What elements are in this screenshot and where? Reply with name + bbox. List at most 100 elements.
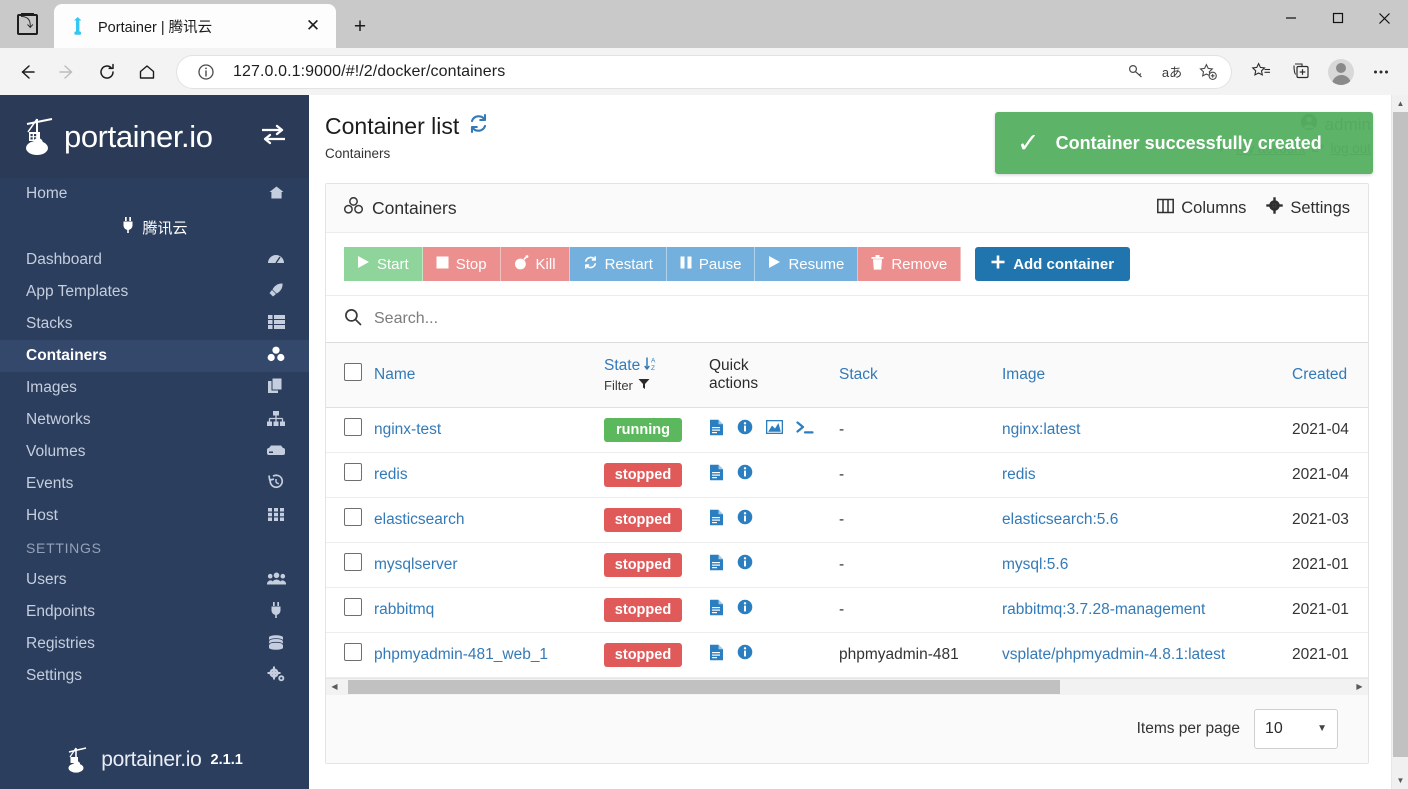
sidebar-item-containers[interactable]: Containers (0, 340, 309, 372)
row-checkbox[interactable] (344, 463, 362, 481)
restart-button[interactable]: Restart (569, 247, 667, 281)
stop-button[interactable]: Stop (422, 247, 501, 281)
inspect-info-icon[interactable] (737, 419, 753, 440)
add-container-button[interactable]: Add container (975, 247, 1131, 281)
forward-arrow-icon[interactable] (48, 55, 86, 89)
settings-button[interactable]: Settings (1266, 197, 1350, 219)
image-link[interactable]: rabbitmq:3.7.28-management (1002, 601, 1205, 618)
container-name-link[interactable]: rabbitmq (374, 601, 434, 618)
row-checkbox[interactable] (344, 553, 362, 571)
address-bar[interactable]: 127.0.0.1:9000/#!/2/docker/containers aあ (176, 54, 1232, 89)
row-checkbox[interactable] (344, 643, 362, 661)
container-name-link[interactable]: redis (374, 466, 408, 483)
inspect-info-icon[interactable] (737, 644, 753, 665)
scroll-right-arrow-icon[interactable]: ▶ (1351, 678, 1368, 695)
table-row[interactable]: elasticsearch stopped - elasticsearch:5.… (326, 497, 1368, 543)
image-link[interactable]: redis (1002, 466, 1036, 483)
column-header-created[interactable]: Created (1292, 343, 1368, 408)
reload-icon[interactable] (88, 55, 126, 89)
translate-icon[interactable]: aあ (1155, 57, 1189, 87)
resume-button[interactable]: Resume (755, 247, 859, 281)
browser-tab[interactable]: Portainer | 腾讯云 ✕ (54, 4, 336, 48)
search-input[interactable] (374, 310, 1350, 328)
inspect-info-icon[interactable] (737, 509, 753, 530)
new-tab-button[interactable]: + (342, 10, 378, 44)
row-checkbox[interactable] (344, 418, 362, 436)
column-header-name[interactable]: Name (374, 343, 604, 408)
vertical-scroll-thumb[interactable] (1393, 112, 1408, 757)
browser-system-menu-button[interactable] (0, 2, 54, 46)
items-per-page-select[interactable]: 10 ▼ (1254, 708, 1338, 749)
table-horizontal-scrollbar[interactable]: ◀ ▶ (326, 677, 1368, 695)
row-checkbox[interactable] (344, 598, 362, 616)
columns-button[interactable]: Columns (1157, 198, 1246, 219)
logs-icon[interactable] (709, 464, 724, 486)
container-name-link[interactable]: mysqlserver (374, 556, 458, 573)
table-row[interactable]: phpmyadmin-481_web_1 stopped phpmyadmin-… (326, 632, 1368, 678)
sidebar-item-stacks[interactable]: Stacks (0, 308, 309, 340)
logs-icon[interactable] (709, 554, 724, 576)
pause-button[interactable]: Pause (666, 247, 756, 281)
maximize-button[interactable] (1314, 0, 1361, 36)
close-icon[interactable]: ✕ (300, 13, 326, 39)
table-row[interactable]: redis stopped - redis 2021-04 (326, 452, 1368, 498)
sidebar-item-networks[interactable]: Networks (0, 404, 309, 436)
kill-button[interactable]: Kill (500, 247, 570, 281)
stats-chart-icon[interactable] (765, 419, 784, 439)
collapse-sidebar-icon[interactable] (260, 124, 287, 150)
logs-icon[interactable] (709, 419, 724, 441)
sidebar-endpoint[interactable]: 腾讯云 (0, 210, 309, 244)
password-key-icon[interactable] (1119, 57, 1153, 87)
sidebar-item-app-templates[interactable]: App Templates (0, 276, 309, 308)
page-scrollbar-vertical[interactable]: ▲ ▼ (1391, 95, 1408, 789)
scroll-left-arrow-icon[interactable]: ◀ (326, 678, 343, 695)
site-info-icon[interactable] (189, 57, 223, 87)
image-link[interactable]: elasticsearch:5.6 (1002, 511, 1118, 528)
close-window-button[interactable] (1361, 0, 1408, 36)
more-settings-icon[interactable] (1362, 55, 1400, 89)
sidebar-item-host[interactable]: Host (0, 500, 309, 532)
inspect-info-icon[interactable] (737, 599, 753, 620)
sidebar-item-users[interactable]: Users (0, 564, 309, 596)
remove-button[interactable]: Remove (858, 247, 962, 281)
horizontal-scroll-thumb[interactable] (348, 679, 1060, 694)
row-checkbox[interactable] (344, 508, 362, 526)
sidebar-item-registries[interactable]: Registries (0, 628, 309, 660)
table-row[interactable]: rabbitmq stopped - rabbitmq:3.7.28-manag… (326, 587, 1368, 633)
favorites-list-icon[interactable] (1242, 55, 1280, 89)
profile-avatar-icon[interactable] (1322, 55, 1360, 89)
sidebar-item-events[interactable]: Events (0, 468, 309, 500)
state-filter-control[interactable]: Filter (604, 378, 709, 393)
scroll-down-arrow-icon[interactable]: ▼ (1392, 772, 1408, 789)
sidebar-item-volumes[interactable]: Volumes (0, 436, 309, 468)
container-name-link[interactable]: elasticsearch (374, 511, 464, 528)
sidebar-item-settings[interactable]: Settings (0, 660, 309, 692)
start-button[interactable]: Start (344, 247, 423, 281)
refresh-icon[interactable] (468, 113, 489, 140)
column-header-stack[interactable]: Stack (839, 343, 1002, 408)
sidebar-item-endpoints[interactable]: Endpoints (0, 596, 309, 628)
image-link[interactable]: mysql:5.6 (1002, 556, 1068, 573)
sidebar-item-dashboard[interactable]: Dashboard (0, 244, 309, 276)
sidebar-item-home[interactable]: Home (0, 178, 309, 210)
table-row[interactable]: mysqlserver stopped - mysql:5.6 2021-01 (326, 542, 1368, 588)
sidebar-brand[interactable]: portainer.io (0, 95, 309, 178)
success-toast[interactable]: ✓ Container successfully created (995, 112, 1373, 174)
back-arrow-icon[interactable] (8, 55, 46, 89)
container-name-link[interactable]: phpmyadmin-481_web_1 (374, 646, 548, 663)
add-collection-icon[interactable] (1282, 55, 1320, 89)
sidebar-item-images[interactable]: Images (0, 372, 309, 404)
image-link[interactable]: nginx:latest (1002, 421, 1080, 438)
minimize-button[interactable] (1267, 0, 1314, 36)
inspect-info-icon[interactable] (737, 464, 753, 485)
column-header-image[interactable]: Image (1002, 343, 1292, 408)
state-sort-control[interactable]: State AZ (604, 356, 709, 376)
logs-icon[interactable] (709, 644, 724, 666)
container-name-link[interactable]: nginx-test (374, 421, 441, 438)
add-favorite-star-icon[interactable] (1191, 57, 1225, 87)
home-icon[interactable] (128, 55, 166, 89)
table-row[interactable]: nginx-test running - nginx:latest 2021-0… (326, 407, 1368, 453)
image-link[interactable]: vsplate/phpmyadmin-4.8.1:latest (1002, 646, 1225, 663)
logs-icon[interactable] (709, 509, 724, 531)
scroll-up-arrow-icon[interactable]: ▲ (1392, 95, 1408, 112)
